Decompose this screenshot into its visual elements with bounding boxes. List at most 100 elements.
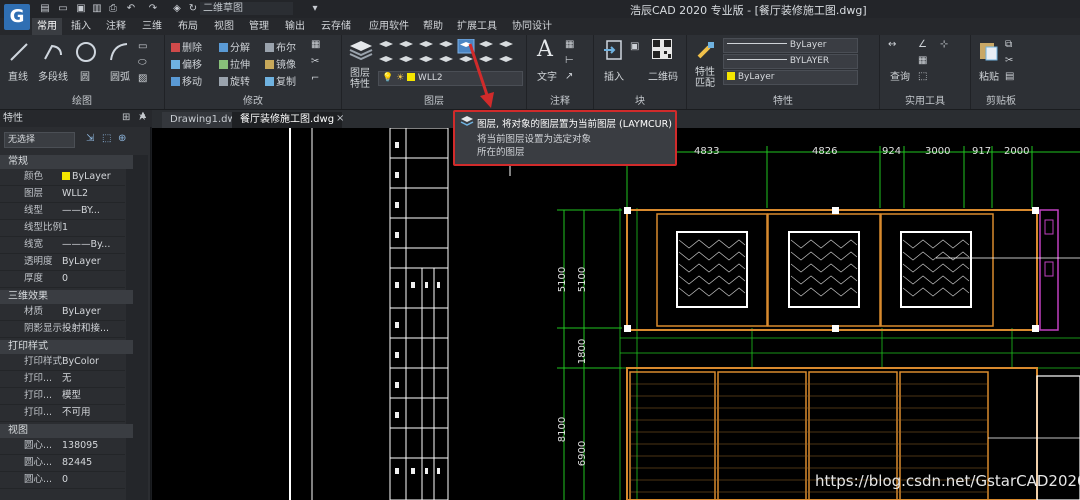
property-value[interactable]: ByLayer — [62, 169, 124, 185]
rectangle-icon[interactable]: ▭ — [138, 41, 147, 52]
tab-output[interactable]: 输出 — [280, 18, 310, 35]
tab-layout[interactable]: 布局 — [173, 18, 203, 35]
tab-apps[interactable]: 应用软件 — [364, 18, 414, 35]
open-file-icon[interactable]: ▭ — [56, 2, 70, 15]
array-icon[interactable]: ▦ — [311, 39, 320, 50]
arc-button-label[interactable]: 圆弧 — [110, 68, 130, 83]
refresh-icon[interactable]: ↻ — [186, 2, 200, 15]
property-value[interactable]: 138095 — [62, 438, 124, 454]
property-value[interactable]: 0 — [62, 472, 124, 488]
property-row[interactable]: 线型 ——BY... — [0, 203, 125, 220]
property-row[interactable]: 颜色 ByLayer — [0, 169, 125, 186]
ellipse-icon[interactable]: ⬭ — [138, 57, 147, 68]
property-value[interactable]: 82445 — [62, 455, 124, 471]
property-value[interactable]: 投射和接... — [62, 321, 124, 337]
line-icon[interactable] — [8, 41, 30, 63]
tab-annotate[interactable]: 注释 — [101, 18, 131, 35]
property-value[interactable]: 不可用 — [62, 405, 124, 421]
select-all-icon[interactable]: ⬚ — [918, 71, 927, 82]
tab-restaurant-dwg[interactable]: 餐厅装修施工图.dwg — [232, 112, 343, 128]
undo-icon[interactable]: ↶ — [124, 2, 138, 15]
calculator-icon[interactable]: ▦ — [918, 55, 927, 66]
angle-icon[interactable]: ∠ — [918, 39, 927, 50]
copy-with-base-icon[interactable]: ▤ — [1005, 71, 1014, 82]
linetype-dropdown[interactable]: ByLayer — [723, 38, 858, 53]
erase-button[interactable]: 删除 — [171, 39, 202, 54]
selection-dropdown[interactable]: 无选择 — [4, 132, 75, 148]
property-value[interactable]: 0 — [62, 271, 124, 287]
new-file-icon[interactable]: ▤ — [38, 2, 52, 15]
print-icon[interactable]: ⎙ — [106, 2, 120, 15]
customize-quick-access-icon[interactable]: ▾ — [308, 2, 322, 15]
quick-select-icon[interactable]: ⇲ — [86, 133, 94, 144]
save-icon[interactable]: ▣ — [74, 2, 88, 15]
query-label[interactable]: 查询 — [890, 68, 910, 83]
property-value[interactable]: 模型 — [62, 388, 124, 404]
property-row[interactable]: 线型比例 1 — [0, 220, 125, 237]
hatch-icon[interactable]: ▨ — [138, 73, 147, 84]
property-row[interactable]: 打印... 模型 — [0, 388, 125, 405]
polyline-button-label[interactable]: 多段线 — [38, 68, 68, 83]
property-row[interactable]: 线宽 ———By... — [0, 237, 125, 254]
property-row[interactable]: 圆心... 0 — [0, 472, 125, 489]
circle-icon[interactable] — [75, 41, 97, 63]
fillet-icon[interactable]: ⌐ — [311, 73, 319, 84]
property-section-header[interactable]: 常规 — [0, 155, 133, 169]
tab-manage[interactable]: 管理 — [244, 18, 274, 35]
text-label[interactable]: 文字 — [537, 68, 557, 83]
measure-icon[interactable]: ↔ — [888, 39, 896, 50]
collapse-arrow-icon[interactable]: ▲ — [140, 110, 146, 119]
copy-clip-icon[interactable]: ⧉ — [1005, 39, 1012, 50]
redo-icon[interactable]: ↷ — [146, 2, 160, 15]
qrcode-icon[interactable] — [652, 39, 672, 59]
boolean-button[interactable]: 布尔 — [265, 39, 296, 54]
coordinate-icon[interactable]: ⊹ — [940, 39, 948, 50]
layer-tool-icons[interactable] — [378, 38, 523, 69]
property-value[interactable]: 1 — [62, 220, 124, 236]
tab-cloud[interactable]: 云存储 — [316, 18, 356, 35]
property-value[interactable]: ———By... — [62, 237, 124, 253]
tab-help[interactable]: 帮助 — [418, 18, 448, 35]
create-block-icon[interactable]: ▣ — [630, 41, 639, 52]
dimension-icon[interactable]: ⊢ — [565, 55, 574, 66]
line-button-label[interactable]: 直线 — [8, 68, 28, 83]
save-as-icon[interactable]: ▥ — [90, 2, 104, 15]
property-row[interactable]: 图层 WLL2 — [0, 186, 125, 203]
property-row[interactable]: 打印... 不可用 — [0, 405, 125, 422]
cut-icon[interactable]: ✂ — [1005, 55, 1013, 66]
mirror-button[interactable]: 镜像 — [265, 56, 296, 71]
select-objects-icon[interactable]: ⬚ — [102, 133, 111, 144]
property-row[interactable]: 打印... 无 — [0, 371, 125, 388]
paste-label[interactable]: 粘贴 — [979, 68, 999, 83]
leader-icon[interactable]: ↗ — [565, 71, 573, 82]
match-properties-label[interactable]: 特性 匹配 — [695, 67, 715, 89]
property-row[interactable]: 厚度 0 — [0, 271, 125, 288]
property-section-header[interactable]: 三维效果 — [0, 290, 133, 304]
color-dropdown[interactable]: ByLayer — [723, 70, 858, 85]
text-icon[interactable]: A — [537, 37, 553, 62]
property-row[interactable]: 透明度 ByLayer — [0, 254, 125, 271]
move-button[interactable]: 移动 — [171, 73, 202, 88]
property-section-header[interactable]: 打印样式 — [0, 340, 133, 354]
insert-label[interactable]: 插入 — [604, 68, 624, 83]
property-value[interactable]: WLL2 — [62, 186, 124, 202]
pin-icon[interactable]: ⊞ — [122, 112, 130, 123]
property-value[interactable]: ——BY... — [62, 203, 124, 219]
tab-home[interactable]: 常用 — [32, 18, 62, 35]
property-row[interactable]: 打印样式 ByColor — [0, 354, 125, 371]
offset-button[interactable]: 偏移 — [171, 56, 202, 71]
property-row[interactable]: 材质 ByLayer — [0, 304, 125, 321]
workspace-select[interactable]: 二维草图 — [200, 2, 293, 15]
rotate-button[interactable]: 旋转 — [219, 73, 250, 88]
property-section-header[interactable]: 视图 — [0, 424, 133, 438]
property-value[interactable]: 无 — [62, 371, 124, 387]
tab-insert[interactable]: 插入 — [66, 18, 96, 35]
arc-icon[interactable] — [108, 41, 130, 63]
property-value[interactable]: ByColor — [62, 354, 124, 370]
insert-block-icon[interactable] — [602, 39, 624, 61]
copy-button[interactable]: 复制 — [265, 73, 296, 88]
polyline-icon[interactable] — [42, 41, 64, 63]
property-row[interactable]: 阴影显示 投射和接... — [0, 321, 125, 338]
paste-icon[interactable] — [977, 39, 999, 61]
drawing-canvas[interactable]: 4833 4826 924 3000 917 2000 5100 5100 18… — [152, 128, 1080, 500]
